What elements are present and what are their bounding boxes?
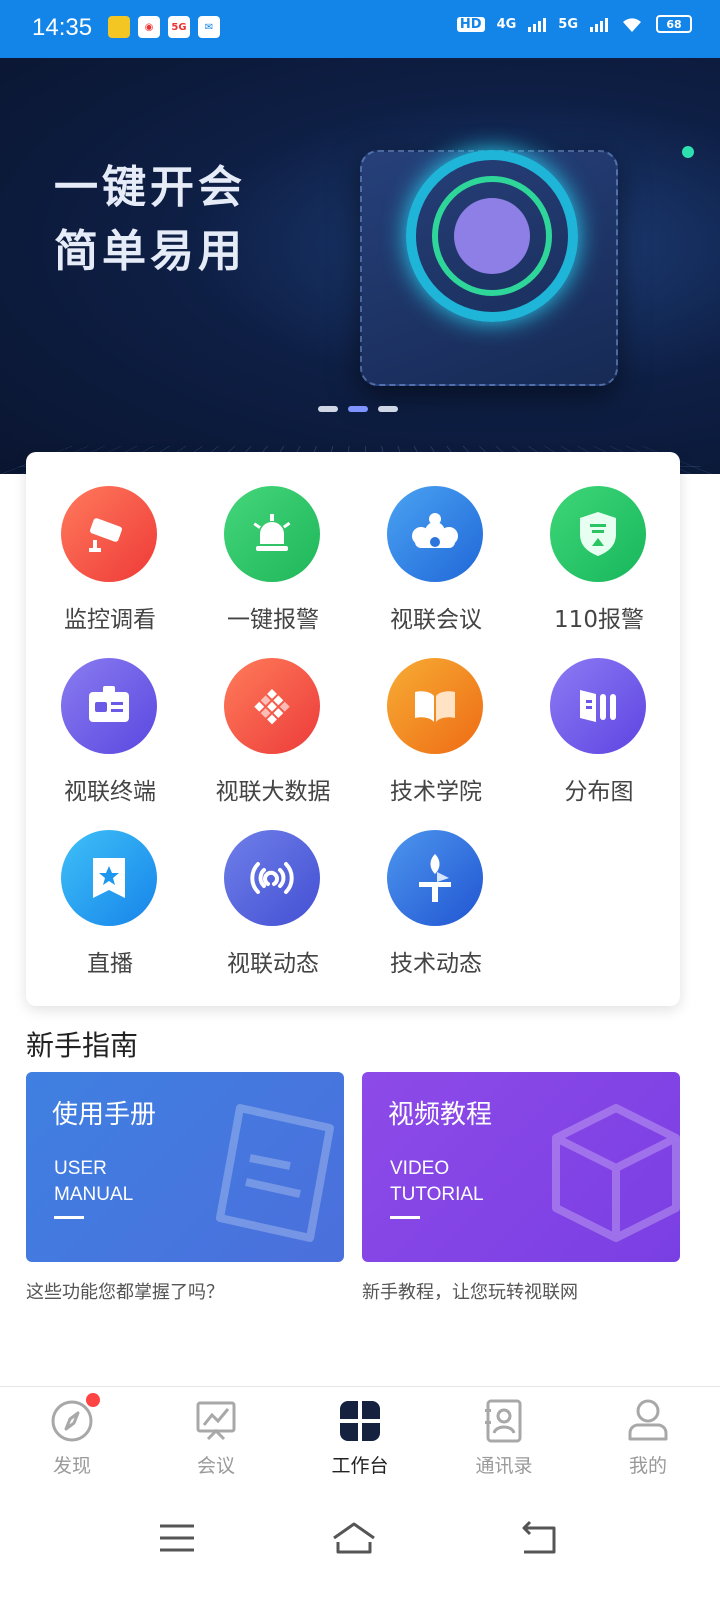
- status-bar: 14:35 ◉ 5G ✉ HD 4G 5G 68: [0, 0, 720, 58]
- function-grid-card: 监控调看 一键报警 视联会议 110报警 视联终端 视联大数据 技术学院 分布图…: [26, 452, 680, 1006]
- function-terminal[interactable]: 视联终端: [30, 624, 180, 805]
- guide-section-title: 新手指南: [26, 1029, 139, 1062]
- function-meeting[interactable]: 视联会议: [356, 452, 506, 633]
- live-star-icon: [61, 830, 157, 926]
- document-icon: [216, 1104, 334, 1242]
- bottom-tab-bar: 发现 会议 工作台 通讯录 我的: [0, 1386, 720, 1496]
- notification-badge: [86, 1393, 100, 1407]
- tab-label: 工作台: [331, 1455, 389, 1477]
- indicator-dot-1[interactable]: [318, 406, 338, 412]
- notification-icons: ◉ 5G ✉: [108, 16, 220, 38]
- user-manual-subtitle: USER MANUAL: [54, 1158, 134, 1205]
- function-tech-news[interactable]: 技术动态: [356, 796, 506, 977]
- function-academy[interactable]: 技术学院: [356, 624, 506, 805]
- signal-4g-icon: [528, 16, 547, 32]
- data-grid-icon: [224, 658, 320, 754]
- indicator-dot-2[interactable]: [348, 406, 368, 412]
- status-time: 14:35: [32, 14, 93, 41]
- cube-icon: [552, 1104, 680, 1242]
- function-monitor[interactable]: 监控调看: [30, 452, 180, 633]
- video-tutorial-card[interactable]: 视频教程 VIDEO TUTORIAL: [362, 1072, 680, 1262]
- meeting-icon: [387, 486, 483, 582]
- function-110-alarm[interactable]: 110报警: [519, 452, 669, 633]
- flag-tower-icon: [387, 830, 483, 926]
- notification-app-icon: [108, 16, 130, 38]
- tab-label: 通讯录: [475, 1455, 533, 1477]
- system-navigation-bar: [0, 1496, 720, 1600]
- hd-voice-icon: HD: [456, 16, 485, 32]
- battery-level: 68: [666, 17, 682, 31]
- tab-contacts[interactable]: 通讯录: [432, 1397, 576, 1478]
- workbench-icon: [336, 1397, 384, 1445]
- home-icon[interactable]: [330, 1518, 378, 1558]
- weibo-icon: ◉: [138, 16, 160, 38]
- function-live[interactable]: 直播: [30, 796, 180, 977]
- function-big-data[interactable]: 视联大数据: [193, 624, 343, 805]
- profile-icon: [624, 1397, 672, 1445]
- broadcast-icon: [224, 830, 320, 926]
- function-label: 视联动态: [227, 951, 319, 977]
- tab-meeting[interactable]: 会议: [144, 1397, 288, 1478]
- id-card-icon: [61, 658, 157, 754]
- function-news[interactable]: 视联动态: [193, 796, 343, 977]
- back-icon[interactable]: [514, 1518, 562, 1558]
- function-alarm[interactable]: 一键报警: [193, 452, 343, 633]
- function-label: 技术动态: [390, 951, 482, 977]
- message-app-icon: ✉: [198, 16, 220, 38]
- contacts-icon: [480, 1397, 528, 1445]
- wifi-icon: [623, 18, 641, 32]
- menu-icon[interactable]: [154, 1518, 202, 1558]
- banner-people-icon: [454, 198, 530, 274]
- banner-page-indicator[interactable]: [318, 406, 398, 412]
- function-distribution[interactable]: 分布图: [519, 624, 669, 805]
- tab-workbench[interactable]: 工作台: [288, 1397, 432, 1478]
- banner-accent-dot: [682, 146, 694, 158]
- user-manual-title: 使用手册: [52, 1100, 157, 1130]
- presentation-icon: [192, 1397, 240, 1445]
- alarm-icon: [224, 486, 320, 582]
- signal-5g-icon: [590, 16, 608, 32]
- system-status-icons: HD 4G 5G 68: [456, 14, 692, 34]
- police-shield-icon: [550, 486, 646, 582]
- function-label: 直播: [87, 951, 133, 977]
- camera-icon: [61, 486, 157, 582]
- tab-label: 发现: [52, 1455, 91, 1477]
- banner-title: 一键开会 简单易用: [54, 156, 246, 284]
- compass-icon: [48, 1393, 100, 1445]
- user-manual-description: 这些功能您都掌握了吗？: [26, 1282, 224, 1303]
- video-tutorial-title: 视频教程: [388, 1100, 493, 1130]
- function-label: 分布图: [564, 779, 634, 805]
- network-4g-label: 4G: [496, 16, 517, 32]
- video-tutorial-underline: [390, 1216, 420, 1219]
- tab-discover[interactable]: 发现: [0, 1393, 144, 1478]
- user-manual-card[interactable]: 使用手册 USER MANUAL: [26, 1072, 344, 1262]
- book-icon: [387, 658, 483, 754]
- banner-line-2: 简单易用: [54, 226, 246, 277]
- tab-profile[interactable]: 我的: [576, 1397, 720, 1478]
- distribution-icon: [550, 658, 646, 754]
- tab-label: 我的: [628, 1455, 667, 1477]
- 5g-app-icon: 5G: [168, 16, 190, 38]
- video-tutorial-description: 新手教程，让您玩转视联网: [362, 1282, 578, 1303]
- video-tutorial-subtitle: VIDEO TUTORIAL: [390, 1158, 484, 1205]
- battery-icon: 68: [656, 15, 692, 33]
- user-manual-underline: [54, 1216, 84, 1219]
- network-5g-label: 5G: [558, 16, 578, 32]
- banner-line-1: 一键开会: [54, 162, 246, 213]
- tab-label: 会议: [196, 1455, 235, 1477]
- indicator-dot-3[interactable]: [378, 406, 398, 412]
